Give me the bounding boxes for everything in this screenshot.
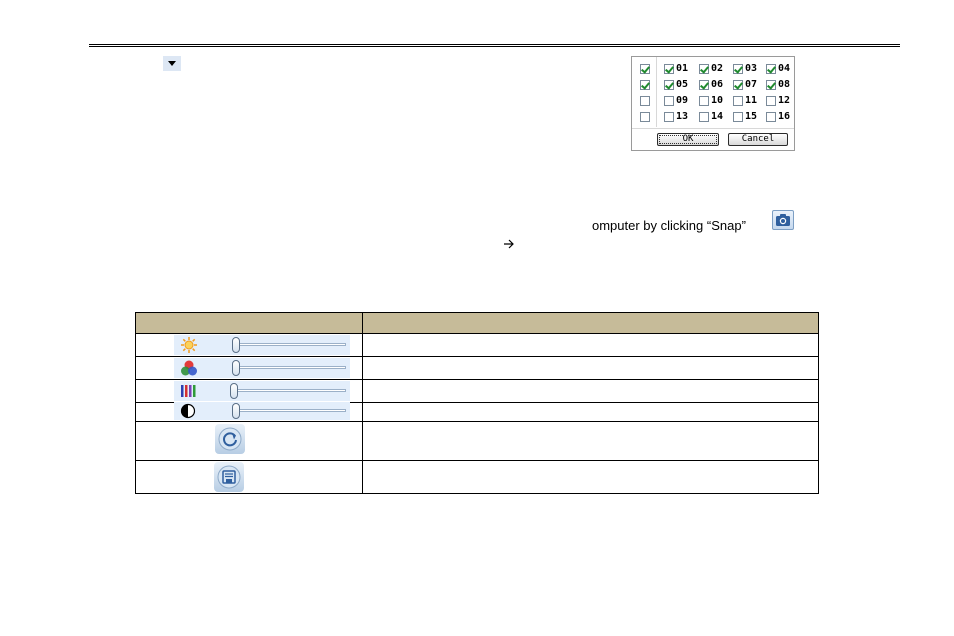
channel-label: 11	[745, 95, 758, 106]
channel-label: 13	[676, 111, 689, 122]
row-select-checkbox[interactable]	[640, 96, 650, 106]
channel-checkbox[interactable]	[766, 80, 776, 90]
saturation-slider[interactable]	[174, 381, 350, 401]
snap-instruction-text: omputer by clicking “Snap”	[592, 218, 746, 233]
slider-thumb[interactable]	[232, 403, 240, 419]
brightness-slider[interactable]	[174, 335, 350, 355]
channel-checkbox[interactable]	[664, 64, 674, 74]
row-divider	[136, 379, 818, 380]
hue-icon	[181, 360, 197, 376]
row-divider	[136, 421, 818, 422]
row-divider	[136, 356, 818, 357]
table-header	[136, 313, 818, 334]
reset-button[interactable]	[215, 424, 245, 454]
channel-checkbox[interactable]	[664, 96, 674, 106]
channel-label: 08	[778, 79, 791, 90]
slider-thumb[interactable]	[232, 360, 240, 376]
arrow-right-icon	[504, 239, 514, 249]
contrast-icon	[180, 403, 196, 419]
saturation-icon	[181, 385, 196, 397]
channel-checkbox[interactable]	[699, 64, 709, 74]
column-divider	[362, 313, 363, 493]
channel-label: 16	[778, 111, 791, 122]
snap-button[interactable]	[772, 210, 794, 230]
channel-label: 04	[778, 63, 791, 74]
channel-checkbox[interactable]	[699, 80, 709, 90]
row-select-checkbox[interactable]	[640, 112, 650, 122]
camera-icon	[776, 214, 790, 226]
channel-checkbox[interactable]	[766, 96, 776, 106]
row-select-checkbox[interactable]	[640, 64, 650, 74]
channel-checkbox[interactable]	[664, 112, 674, 122]
channel-label: 01	[676, 63, 689, 74]
slider-thumb[interactable]	[230, 383, 238, 399]
channel-checkbox[interactable]	[699, 112, 709, 122]
row-divider	[136, 460, 818, 461]
hue-slider[interactable]	[174, 358, 350, 378]
channel-checkbox[interactable]	[766, 64, 776, 74]
image-settings-table	[135, 312, 819, 494]
channel-select-panel: 01 02 03 04 05 06 07 08 09 10 11 12 13 14 15 16 OK Canc…	[631, 56, 795, 151]
row-select-checkbox[interactable]	[640, 80, 650, 90]
channel-label: 10	[711, 95, 724, 106]
channel-checkbox[interactable]	[733, 80, 743, 90]
channel-label: 07	[745, 79, 758, 90]
header-rule-secondary	[89, 46, 900, 47]
brightness-icon	[181, 337, 197, 353]
contrast-slider[interactable]	[174, 402, 350, 420]
save-icon	[217, 465, 241, 489]
channel-checkbox[interactable]	[766, 112, 776, 122]
channel-label: 06	[711, 79, 724, 90]
channel-label: 09	[676, 95, 689, 106]
channel-checkbox[interactable]	[733, 64, 743, 74]
panel-divider	[656, 57, 657, 127]
header-rule	[89, 44, 900, 45]
channel-checkbox[interactable]	[733, 112, 743, 122]
channel-label: 15	[745, 111, 758, 122]
ok-button[interactable]: OK	[657, 133, 719, 146]
channel-label: 12	[778, 95, 791, 106]
slider-thumb[interactable]	[232, 337, 240, 353]
channel-checkbox[interactable]	[664, 80, 674, 90]
channel-label: 02	[711, 63, 724, 74]
channel-label: 05	[676, 79, 689, 90]
reset-icon	[218, 427, 242, 451]
channel-checkbox[interactable]	[733, 96, 743, 106]
channel-label: 14	[711, 111, 724, 122]
channel-checkbox[interactable]	[699, 96, 709, 106]
chevron-down-icon[interactable]	[163, 56, 181, 71]
channel-label: 03	[745, 63, 758, 74]
panel-divider	[632, 128, 794, 129]
save-button[interactable]	[214, 462, 244, 492]
cancel-button[interactable]: Cancel	[728, 133, 788, 146]
